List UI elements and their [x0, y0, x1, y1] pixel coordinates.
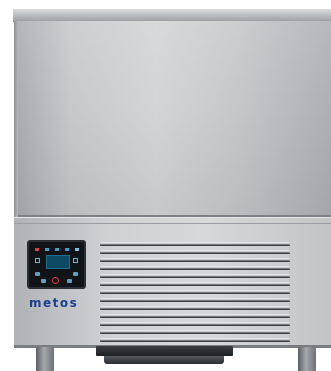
drip-tray[interactable] — [104, 356, 224, 364]
down-button[interactable] — [41, 279, 46, 283]
mode-button[interactable] — [73, 272, 78, 276]
up-button[interactable] — [67, 279, 72, 283]
drip-tray-handle[interactable] — [96, 346, 233, 356]
status-led-icon — [75, 248, 79, 251]
grille-slat — [100, 250, 290, 254]
probe-icon[interactable] — [35, 258, 40, 263]
grille-slat — [100, 258, 290, 262]
cabinet-door[interactable] — [14, 21, 331, 217]
touch-control-display[interactable] — [27, 240, 86, 289]
alarm-led-icon — [35, 248, 39, 251]
status-led-icon — [65, 248, 69, 251]
grille-slat — [100, 306, 290, 310]
grille-slat — [100, 322, 290, 326]
status-led-icon — [55, 248, 59, 251]
grille-slat — [100, 338, 290, 342]
brand-logo: metos — [29, 296, 79, 310]
grille-slat — [100, 282, 290, 286]
door-hinge-edge — [14, 21, 18, 217]
grille-slat — [100, 314, 290, 318]
grille-slat — [100, 274, 290, 278]
power-icon[interactable] — [52, 277, 59, 284]
grille-slat — [100, 290, 290, 294]
status-led-icon — [45, 248, 49, 251]
blast-chiller-cabinet: metos — [0, 0, 331, 371]
program-button[interactable] — [35, 272, 40, 276]
display-readout — [46, 255, 70, 269]
grille-slat — [100, 242, 290, 246]
right-foot — [298, 347, 316, 371]
fan-icon[interactable] — [73, 258, 78, 263]
ventilation-grille — [100, 242, 290, 342]
panel-divider — [14, 223, 331, 224]
display-indicator-row — [35, 246, 81, 252]
left-foot — [36, 347, 54, 371]
grille-slat — [100, 266, 290, 270]
grille-slat — [100, 330, 290, 334]
grille-slat — [100, 298, 290, 302]
